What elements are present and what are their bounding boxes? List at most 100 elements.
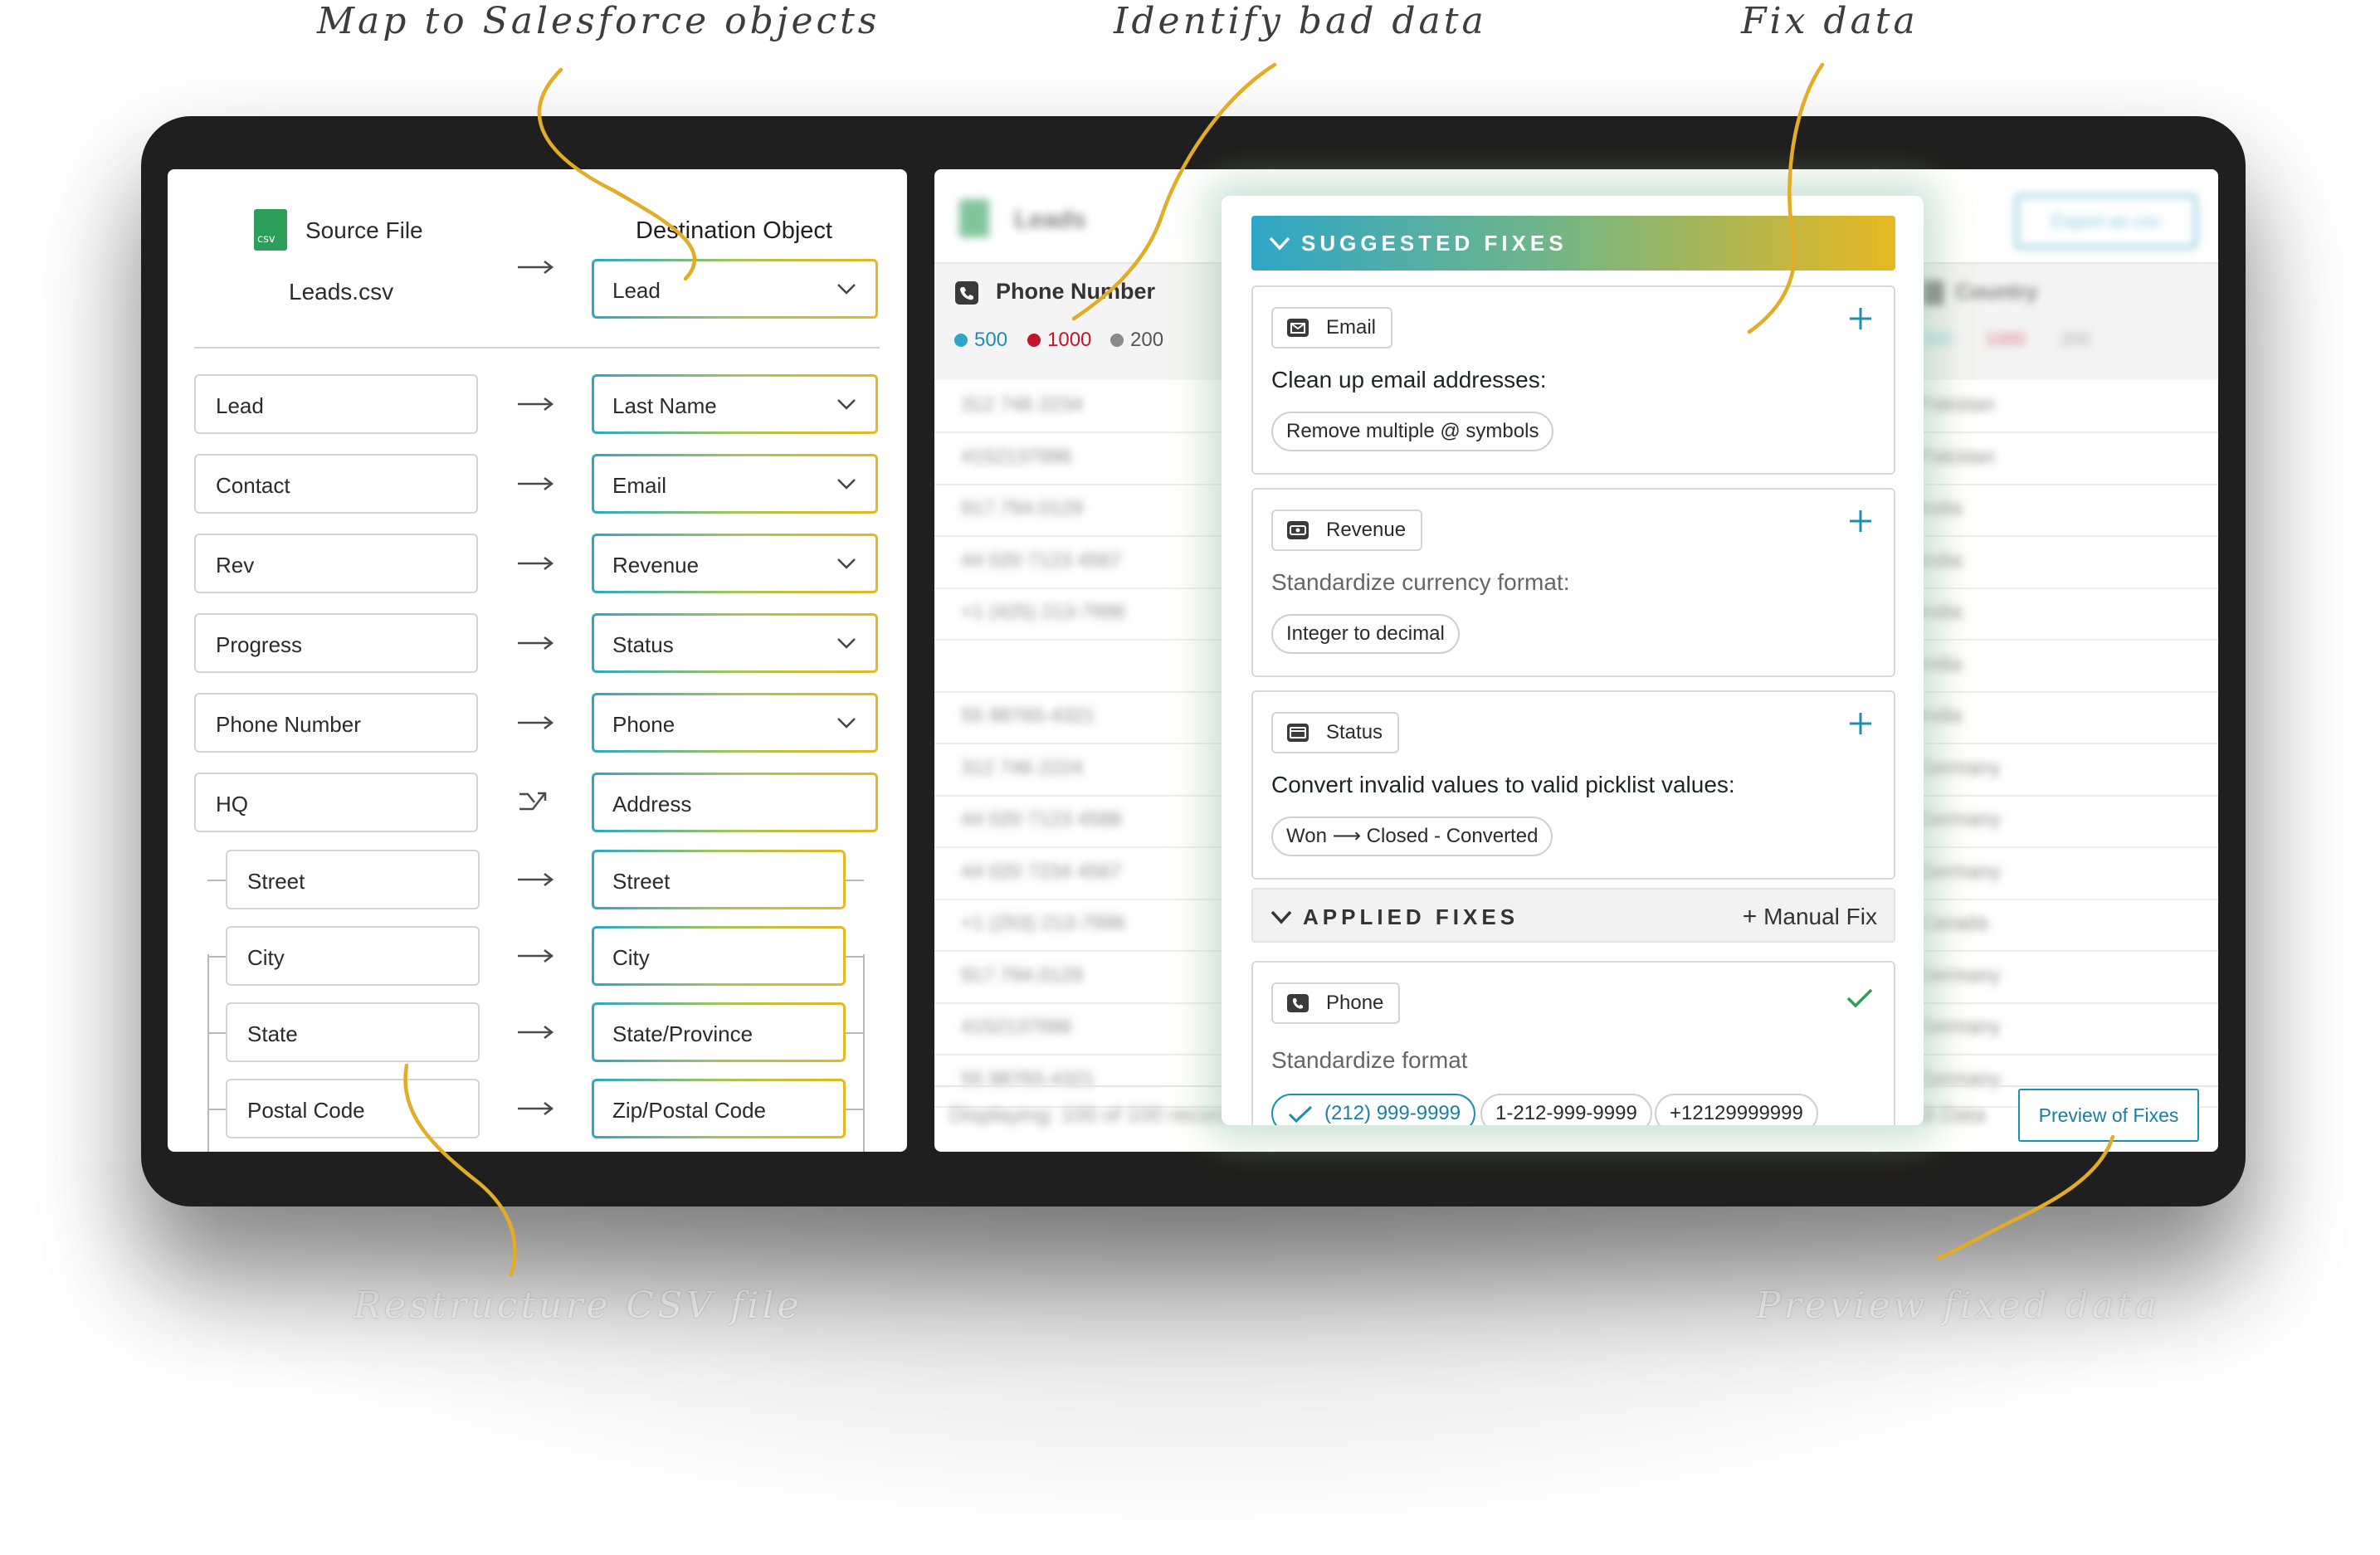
destination-field-select[interactable]: Revenue (592, 534, 878, 593)
add-fix-icon[interactable] (1847, 508, 1874, 534)
source-subcolumn-label: Postal Code (247, 1098, 365, 1123)
phone-cell[interactable]: 44 020 7234 4567 (961, 860, 1122, 884)
fix-option[interactable]: Won ⟶ Closed - Converted (1271, 816, 1553, 856)
split-arrow-icon (519, 792, 547, 811)
chevron-down-icon (837, 718, 856, 729)
country-cell[interactable]: Pakistan (1919, 446, 1995, 469)
source-column-label: Lead (216, 393, 264, 418)
preview-of-fixes-button[interactable]: Preview of Fixes (2018, 1089, 2199, 1142)
format-option-selected[interactable]: (212) 999-9999 (1271, 1094, 1476, 1125)
country-cell[interactable]: India (1919, 704, 1962, 728)
phone-cell[interactable]: 44 020 7123 4567 (961, 549, 1122, 573)
envelope-icon (1287, 319, 1309, 337)
source-column-box[interactable]: Contact (194, 454, 478, 514)
device-shadow (50, 1162, 2330, 1543)
suggested-fixes-title: SUGGESTED FIXES (1301, 231, 1568, 256)
arrow-right-icon (518, 261, 554, 274)
destination-field-select[interactable]: Last Name (592, 374, 878, 434)
fix-description: Standardize format (1271, 1047, 1468, 1073)
source-file-name: Leads.csv (289, 279, 394, 305)
applied-fixes-title: APPLIED FIXES (1303, 904, 1519, 929)
destination-subfield-box[interactable]: Zip/Postal Code (592, 1079, 846, 1138)
tree-branch (207, 956, 226, 958)
country-cell[interactable]: Germany (1919, 757, 2001, 780)
destination-field-select[interactable]: Phone (592, 693, 878, 753)
manual-fix-label: Manual Fix (1763, 904, 1877, 929)
phone-cell[interactable]: 312 746 2234 (961, 393, 1083, 417)
country-cell[interactable]: Canada (1919, 912, 1988, 935)
destination-subfield-label: State/Province (612, 1021, 754, 1046)
source-subcolumn-box[interactable]: Street (226, 850, 480, 909)
picklist-icon (1287, 724, 1309, 742)
country-cell[interactable]: Germany (1919, 1016, 2001, 1039)
source-column-box[interactable]: Progress (194, 613, 478, 673)
source-subcolumn-box[interactable]: State (226, 1002, 480, 1062)
phone-cell[interactable]: 55 98765-4321 (961, 704, 1095, 728)
phone-cell[interactable]: 917.794.0129 (961, 964, 1083, 987)
phone-cell[interactable]: 55 98765-4321 (961, 1068, 1095, 1091)
destination-subfield-box[interactable]: City (592, 926, 846, 986)
add-fix-icon[interactable] (1847, 305, 1874, 332)
source-subcolumn-box[interactable]: Postal Code (226, 1079, 480, 1138)
country-cell[interactable]: Germany (1919, 860, 2001, 884)
country-cell[interactable]: Germany (1919, 1068, 2001, 1091)
source-subcolumn-box[interactable]: City (226, 926, 480, 986)
fix-description: Clean up email addresses: (1271, 367, 1547, 392)
source-column-box[interactable]: HQ (194, 773, 478, 832)
source-column-box[interactable]: Phone Number (194, 693, 478, 753)
chevron-down-icon (837, 638, 856, 649)
phone-cell[interactable]: +1 (253) 213-7996 (961, 912, 1125, 935)
destination-field-select[interactable]: Email (592, 454, 878, 514)
source-column-box[interactable]: Rev (194, 534, 478, 593)
chevron-down-icon (837, 399, 856, 410)
phone-cell[interactable]: +1 (425) 213-7996 (961, 601, 1125, 624)
field-tag: Email (1271, 307, 1393, 349)
field-tag: Revenue (1271, 509, 1423, 551)
source-column-box[interactable]: Lead (194, 374, 478, 434)
chevron-down-icon (1269, 236, 1290, 251)
country-cell[interactable]: Germany (1919, 964, 2001, 987)
fix-description: Standardize currency format: (1271, 569, 1570, 595)
destination-subfield-box[interactable]: State/Province (592, 1002, 846, 1062)
country-empty-count: 200 (2060, 329, 2090, 349)
country-cell[interactable]: Pakistan (1919, 393, 1995, 417)
manual-fix-button[interactable]: + Manual Fix (1743, 903, 1877, 931)
format-option[interactable]: +12129999999 (1655, 1094, 1818, 1125)
chevron-down-icon (837, 479, 856, 490)
field-tag: Status (1271, 712, 1400, 753)
check-icon (1288, 1105, 1313, 1124)
applied-fix-card-phone: Phone Standardize format (212) 999-9999 … (1251, 961, 1895, 1125)
destination-field-box[interactable]: Address (592, 773, 878, 832)
phone-cell[interactable]: 4152137996 (961, 1016, 1071, 1039)
applied-fixes-header[interactable]: APPLIED FIXES + Manual Fix (1251, 888, 1895, 943)
phone-cell[interactable]: 312 746 2224 (961, 757, 1083, 780)
arrow-right-icon (518, 1026, 554, 1039)
country-cell[interactable]: India (1919, 653, 1962, 676)
tree-branch (846, 1032, 864, 1034)
country-cell[interactable]: Germany (1919, 808, 2001, 831)
phone-icon (955, 281, 978, 305)
country-cell[interactable]: India (1919, 497, 1962, 520)
arrow-right-icon (518, 636, 554, 650)
arrow-right-icon (518, 477, 554, 490)
fix-option[interactable]: Integer to decimal (1271, 614, 1460, 654)
phone-cell[interactable]: 44 020 7123 4588 (961, 808, 1122, 831)
suggested-fixes-header[interactable]: SUGGESTED FIXES (1251, 216, 1895, 271)
phone-column-header[interactable]: Phone Number (996, 279, 1155, 305)
format-option[interactable]: 1-212-999-9999 (1480, 1094, 1652, 1125)
destination-subfield-box[interactable]: Street (592, 850, 846, 909)
callout-map: Map to Salesforce objects (317, 0, 880, 42)
destination-object-select[interactable]: Lead (592, 259, 878, 319)
destination-field-select[interactable]: Status (592, 613, 878, 673)
phone-cell[interactable]: 4152137996 (961, 446, 1071, 469)
country-cell[interactable]: India (1919, 549, 1962, 573)
source-subcolumn-label: State (247, 1021, 298, 1046)
fix-option[interactable]: Remove multiple @ symbols (1271, 412, 1554, 451)
country-column-header[interactable]: Country (1955, 279, 2038, 305)
add-fix-icon[interactable] (1847, 710, 1874, 737)
callout-restructure: Restructure CSV file (354, 1284, 802, 1327)
export-csv-button[interactable]: Export as csv (2015, 194, 2197, 249)
phone-cell[interactable]: 917.794.0129 (961, 497, 1083, 520)
country-cell[interactable]: India (1919, 601, 1962, 624)
suggested-fix-card-revenue: Revenue Standardize currency format: Integ… (1251, 488, 1895, 677)
